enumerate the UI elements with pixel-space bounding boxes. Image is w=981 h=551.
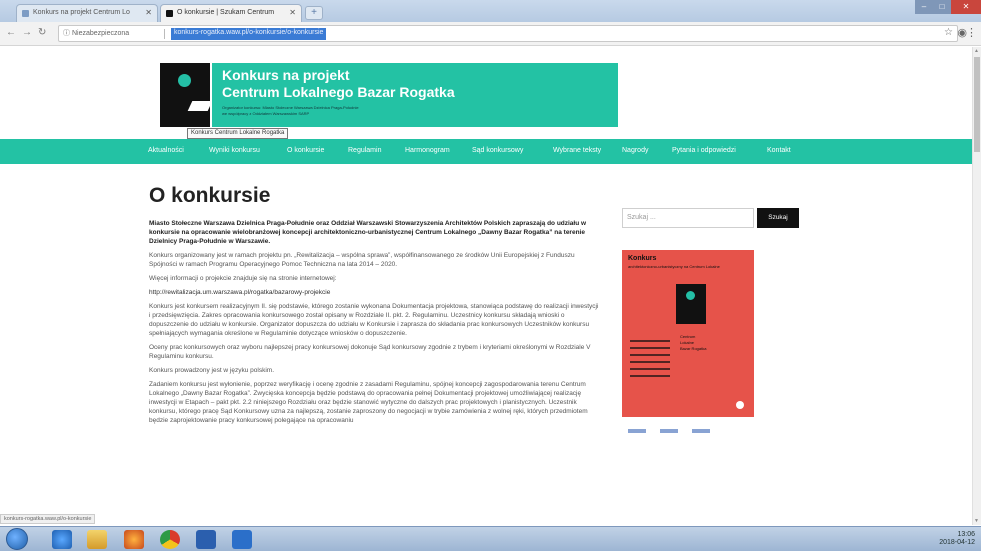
address-bar[interactable]: ⓘ Niezabezpieczona konkurs-rogatka.waw.p… (58, 25, 958, 42)
paragraph: Konkurs organizowany jest w ramach proje… (149, 252, 575, 268)
scroll-up-icon[interactable]: ▲ (974, 48, 979, 54)
folder-icon[interactable] (87, 530, 107, 549)
banner-subtitle-2: we współpracy z Oddziałem Warszawskim SA… (222, 111, 310, 116)
poster-title: Konkurs (628, 255, 657, 262)
nav-item-pytania[interactable]: Pytania i odpowiedzi (672, 147, 736, 154)
system-clock[interactable]: 13:06 2018-04-12 (939, 531, 975, 547)
close-tab-icon[interactable]: ✕ (289, 8, 296, 17)
browser-tab-2[interactable]: O konkursie | Szukam Centrum ✕ (160, 4, 302, 22)
start-button[interactable] (6, 528, 28, 550)
paragraph: Oceny prac konkursowych oraz wyboru najl… (149, 344, 591, 360)
menu-dots-icon[interactable]: ⋮ (966, 26, 977, 39)
search-input[interactable]: Szukaj ... (622, 208, 754, 228)
forward-arrow-icon[interactable]: → (22, 27, 32, 38)
poster-logo-dot (686, 291, 695, 300)
security-label: Niezabezpieczona (71, 30, 130, 37)
page-scrollbar[interactable]: ▲ ▼ (972, 47, 981, 525)
nav-item-o-konkursie[interactable]: O konkursie (287, 147, 324, 154)
nav-item-harmonogram[interactable]: Harmonogram (405, 147, 450, 154)
poster-subtitle: architektoniczno-urbanistyczny na Centru… (628, 264, 720, 269)
window-controls: – □ ✕ (915, 0, 981, 14)
site-banner[interactable]: Konkurs na projekt Centrum Lokalnego Baz… (212, 63, 618, 127)
nav-item-regulamin[interactable]: Regulamin (348, 147, 381, 154)
new-tab-button[interactable]: + (305, 6, 323, 20)
browser-tab-bar: Konkurs na projekt Centrum Lo ✕ O konkur… (0, 0, 981, 22)
windows-taskbar: 13:06 2018-04-12 (0, 526, 981, 551)
address-divider (164, 29, 165, 39)
close-window-icon[interactable]: ✕ (951, 0, 981, 14)
poster-circle (736, 401, 744, 409)
nav-item-sad[interactable]: Sąd konkursowy (472, 147, 523, 154)
app-icon[interactable] (196, 530, 216, 549)
tab-title: O konkursie | Szukam Centrum (177, 9, 275, 16)
nav-item-aktualnosci[interactable]: Aktualności (148, 147, 184, 154)
firefox-icon[interactable] (124, 530, 144, 549)
paragraph: Więcej informacji o projekcie znajduje s… (149, 275, 337, 282)
logo-dot (178, 74, 191, 87)
browser-toolbar: ← → ↻ ⓘ Niezabezpieczona konkurs-rogatka… (0, 22, 981, 46)
logo-tooltip: Konkurs Centrum Lokalne Rogatka (187, 128, 289, 139)
clock-time: 13:06 (957, 531, 975, 538)
intro-paragraph: Miasto Stołeczne Warszawa Dzielnica Prag… (149, 220, 587, 245)
paragraph: Zadaniem konkursu jest wyłonienie, poprz… (149, 381, 588, 424)
sponsor-logos (628, 420, 748, 433)
tab-title: Konkurs na projekt Centrum Lo (33, 9, 130, 16)
url-text[interactable]: konkurs-rogatka.waw.pl/o-konkursie/o-kon… (171, 28, 327, 40)
scrollbar-thumb[interactable] (974, 57, 980, 152)
poster-text-line: Bazar Rogatka (680, 346, 707, 351)
web-page: Konkurs na projekt Centrum Lokalnego Baz… (0, 47, 972, 525)
banner-title-line1: Konkurs na projekt (222, 67, 350, 83)
site-logo[interactable] (160, 63, 213, 127)
word-icon[interactable] (232, 530, 252, 549)
logo-cut (187, 101, 213, 111)
favicon-icon (166, 10, 173, 17)
paragraph: Konkurs jest konkursem realizacyjnym II.… (149, 303, 599, 337)
main-navigation: Aktualności Wyniki konkursu O konkursie … (0, 139, 972, 164)
back-arrow-icon[interactable]: ← (6, 27, 16, 38)
nav-item-nagrody[interactable]: Nagrody (622, 147, 648, 154)
search-button[interactable]: Szukaj (757, 208, 799, 228)
reload-icon[interactable]: ↻ (38, 27, 46, 38)
project-link[interactable]: http://rewitalizacja.um.warszawa.pl/roga… (149, 288, 600, 297)
close-tab-icon[interactable]: ✕ (145, 8, 152, 17)
poster-logo (676, 284, 706, 324)
scroll-down-icon[interactable]: ▼ (974, 518, 979, 524)
maximize-icon[interactable]: □ (933, 0, 951, 14)
page-title: O konkursie (149, 184, 271, 207)
ie-icon[interactable] (52, 530, 72, 549)
banner-title-line2: Centrum Lokalnego Bazar Rogatka (222, 84, 455, 100)
chrome-icon[interactable] (160, 530, 180, 549)
site-info-icon[interactable]: ⓘ Niezabezpieczona (63, 28, 129, 38)
bookmark-star-icon[interactable]: ☆ (944, 27, 953, 38)
paragraph: Konkurs prowadzony jest w języku polskim… (149, 367, 274, 374)
clock-date: 2018-04-12 (939, 539, 975, 546)
nav-item-teksty[interactable]: Wybrane teksty (553, 147, 601, 154)
status-bar: konkurs-rogatka.waw.pl/o-konkursie (0, 514, 96, 524)
minimize-icon[interactable]: – (915, 0, 933, 14)
article-content: Miasto Stołeczne Warszawa Dzielnica Prag… (149, 219, 600, 430)
poster-lines (630, 340, 670, 382)
poster-text: Centrum Lokalne Bazar Rogatka (680, 334, 706, 352)
browser-tab-1[interactable]: Konkurs na projekt Centrum Lo ✕ (16, 4, 158, 22)
banner-subtitle-1: Organizator konkursu: Miasto Stołeczne W… (222, 105, 359, 110)
nav-item-kontakt[interactable]: Kontakt (767, 147, 791, 154)
favicon-icon (22, 10, 29, 17)
nav-item-wyniki[interactable]: Wyniki konkursu (209, 147, 260, 154)
competition-poster[interactable]: Konkurs architektoniczno-urbanistyczny n… (622, 250, 754, 417)
